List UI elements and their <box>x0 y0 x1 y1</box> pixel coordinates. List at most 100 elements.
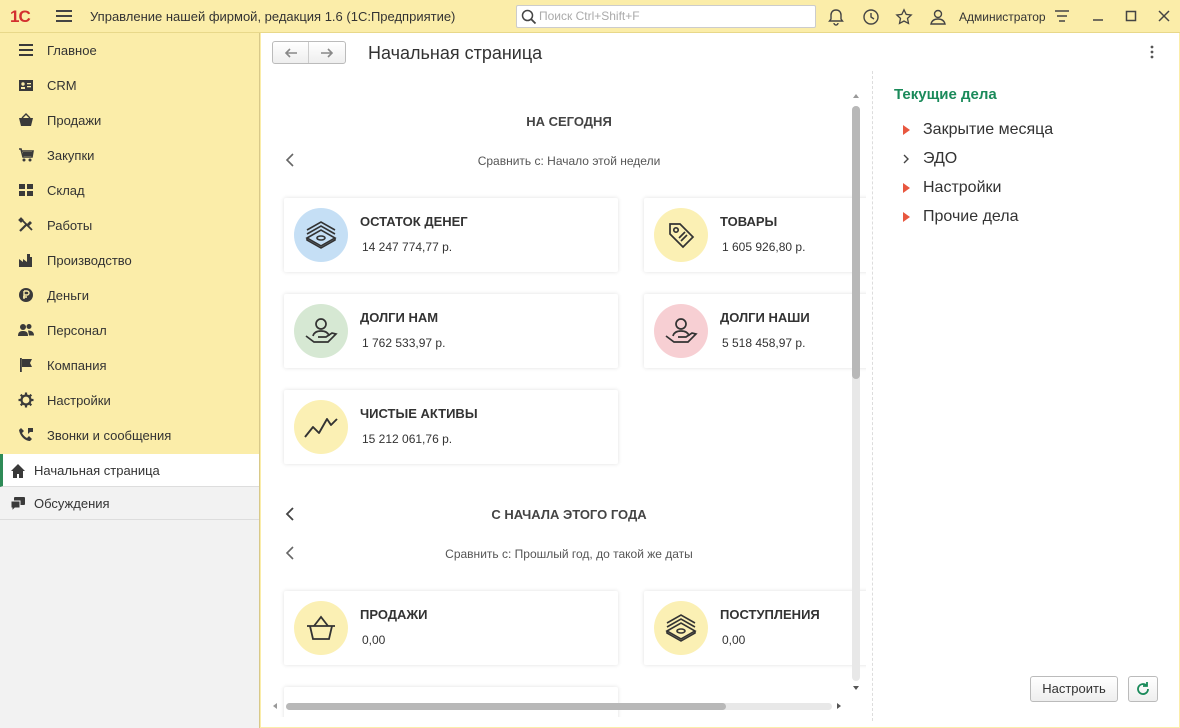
indicator-title: ТОВАРЫ <box>720 214 778 229</box>
maximize-icon[interactable] <box>1123 8 1139 24</box>
scroll-thumb[interactable] <box>852 106 860 379</box>
sidebar-item-label: Настройки <box>47 393 111 408</box>
indicator-card[interactable]: ПРОДАЖИ 0,00 <box>284 591 618 665</box>
money-stack-icon <box>294 208 348 262</box>
user-icon[interactable] <box>929 8 947 26</box>
task-item-label: Прочие дела <box>923 208 1019 225</box>
sidebar-item-label: Закупки <box>47 148 95 163</box>
minimize-icon[interactable] <box>1090 8 1106 24</box>
section-heading-year: С НАЧАЛА ЭТОГО ГОДА <box>491 507 647 522</box>
indicator-card[interactable]: ДОЛГИ НАШИ 5 518 458,97 р. <box>644 294 866 368</box>
compare-period-today[interactable]: Сравнить с: Начало этой недели <box>272 154 866 168</box>
horizontal-scrollbar[interactable] <box>272 701 844 710</box>
phone-icon <box>19 428 33 441</box>
sidebar-item-label: Компания <box>47 358 107 373</box>
indicator-card[interactable]: ТОВАРЫ 1 605 926,80 р. <box>644 198 866 272</box>
indicator-card[interactable]: ЧИСТЫЕ АКТИВЫ 15 212 061,76 р. <box>284 390 618 464</box>
basket-icon <box>19 113 33 126</box>
main-menu-icon[interactable] <box>56 10 72 23</box>
history-nav <box>272 41 346 64</box>
cart-icon <box>19 148 34 162</box>
scroll-up-icon[interactable] <box>852 93 860 99</box>
sidebar-item-label: Персонал <box>47 323 107 338</box>
scroll-down-icon[interactable] <box>852 685 860 691</box>
task-item-settings[interactable]: Настройки <box>901 177 1161 201</box>
zigzag-chart-icon <box>294 400 348 454</box>
refresh-icon <box>1137 682 1149 695</box>
search-field[interactable] <box>516 5 816 28</box>
sidebar-item-works[interactable]: Работы <box>0 208 259 243</box>
sidebar-item-production[interactable]: Производство <box>0 243 259 278</box>
sidebar-item-label: Производство <box>47 253 132 268</box>
sidebar-item-label: Деньги <box>47 288 89 303</box>
vertical-scrollbar[interactable] <box>852 88 860 691</box>
menu-lines-icon <box>19 44 33 56</box>
sidebar-item-label: Главное <box>47 43 97 58</box>
sidebar-item-calls[interactable]: Звонки и сообщения <box>0 418 259 453</box>
sidebar-item-purchases[interactable]: Закупки <box>0 138 259 173</box>
sidebar-item-personnel[interactable]: Персонал <box>0 313 259 348</box>
title-bar: 1С Управление нашей фирмой, редакция 1.6… <box>0 0 1180 33</box>
history-icon[interactable] <box>862 8 880 26</box>
contact-card-icon <box>19 80 33 91</box>
scroll-thumb[interactable] <box>286 703 726 710</box>
hand-person-icon <box>294 304 348 358</box>
indicator-title: ПОСТУПЛЕНИЯ <box>720 607 820 622</box>
sidebar-item-money[interactable]: Деньги <box>0 278 259 313</box>
sidebar-item-label: Склад <box>47 183 85 198</box>
indicator-card[interactable]: ДОЛГИ НАМ 1 762 533,97 р. <box>284 294 618 368</box>
chevron-right-icon <box>903 154 909 164</box>
sidebar-item-main[interactable]: Главное <box>0 33 259 68</box>
current-tasks-title: Текущие дела <box>894 86 997 103</box>
user-name[interactable]: Администратор <box>959 10 1046 24</box>
sidebar-item-company[interactable]: Компания <box>0 348 259 383</box>
compare-period-year[interactable]: Сравнить с: Прошлый год, до такой же дат… <box>272 547 866 561</box>
settings-lines-icon[interactable] <box>1054 8 1070 24</box>
sidebar-item-label: Работы <box>47 218 93 233</box>
task-item-label: ЭДО <box>923 150 958 167</box>
arrow-right-icon <box>321 47 334 58</box>
indicator-card[interactable]: ОСТАТОК ДЕНЕГ 14 247 774,77 р. <box>284 198 618 272</box>
search-input[interactable] <box>539 9 809 23</box>
back-button[interactable] <box>273 42 310 63</box>
page-title: Начальная страница <box>368 43 543 63</box>
forward-button[interactable] <box>309 42 345 63</box>
task-item-label: Настройки <box>923 179 1002 196</box>
task-item-label: Закрытие месяца <box>923 121 1054 138</box>
sidebar-item-settings[interactable]: Настройки <box>0 383 259 418</box>
sidebar-item-crm[interactable]: CRM <box>0 68 259 103</box>
sidebar-item-label: Звонки и сообщения <box>47 428 172 443</box>
expand-triangle-icon <box>903 212 910 222</box>
scroll-right-icon[interactable] <box>836 702 842 710</box>
scroll-left-icon[interactable] <box>272 702 278 710</box>
price-tag-icon <box>654 208 708 262</box>
task-item-month-close[interactable]: Закрытие месяца <box>901 119 1161 143</box>
more-vertical-icon[interactable] <box>1147 45 1157 59</box>
star-icon[interactable] <box>895 8 913 26</box>
indicators-panel: НА СЕГОДНЯ Сравнить с: Начало этой недел… <box>272 85 866 717</box>
expand-triangle-icon <box>903 183 910 193</box>
indicator-value: 15 212 061,76 р. <box>362 432 453 446</box>
indicator-title: ЧИСТЫЕ АКТИВЫ <box>360 406 478 421</box>
task-item-other[interactable]: Прочие дела <box>901 206 1161 230</box>
close-icon[interactable] <box>1156 8 1172 24</box>
sidebar-item-sales[interactable]: Продажи <box>0 103 259 138</box>
indicator-title: ДОЛГИ НАШИ <box>720 310 810 325</box>
open-window-discussions[interactable]: Обсуждения <box>0 487 259 520</box>
factory-icon <box>19 254 32 267</box>
indicator-value: 5 518 458,97 р. <box>722 336 806 350</box>
people-icon <box>18 324 34 336</box>
home-icon <box>11 464 25 478</box>
indicator-card[interactable]: ПОСТУПЛЕНИЯ 0,00 <box>644 591 866 665</box>
refresh-button[interactable] <box>1128 676 1158 702</box>
open-window-home[interactable]: Начальная страница <box>0 454 259 487</box>
setup-button[interactable]: Настроить <box>1030 676 1118 702</box>
current-tasks-panel: Текущие дела Закрытие месяца ЭДО Настрой… <box>872 71 1178 721</box>
indicator-value: 1 762 533,97 р. <box>362 336 446 350</box>
task-item-edo[interactable]: ЭДО <box>901 148 1161 172</box>
indicator-value: 0,00 <box>722 633 746 647</box>
sidebar-item-warehouse[interactable]: Склад <box>0 173 259 208</box>
expand-triangle-icon <box>903 125 910 135</box>
search-icon <box>521 9 537 25</box>
bell-icon[interactable] <box>827 8 845 26</box>
